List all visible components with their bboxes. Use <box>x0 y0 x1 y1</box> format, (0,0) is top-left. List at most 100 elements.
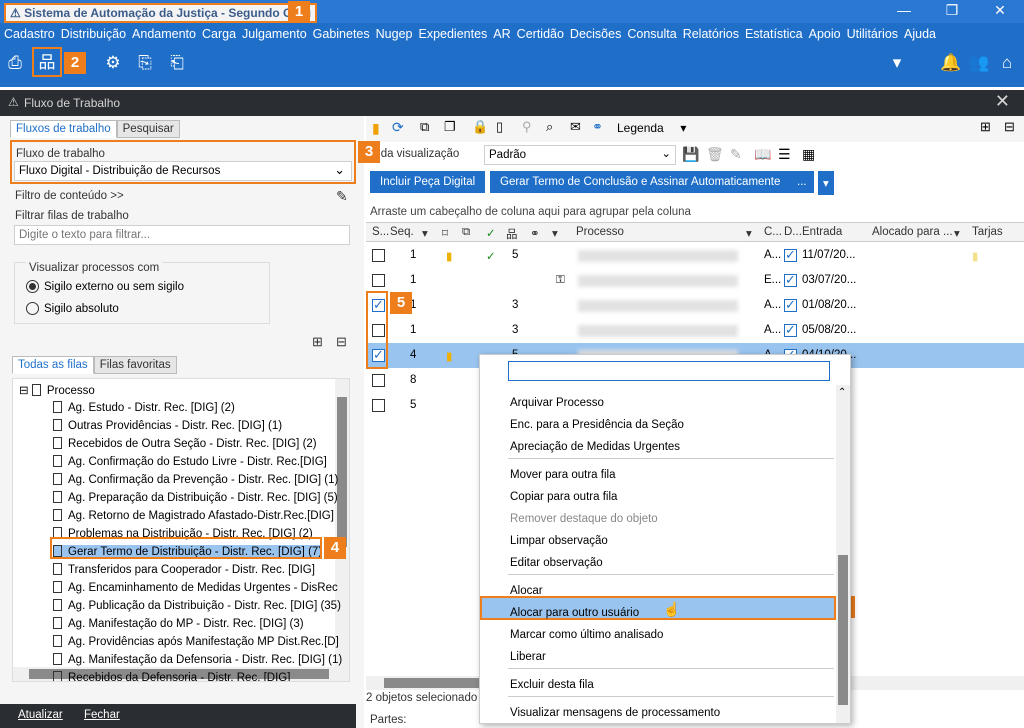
view-style-select[interactable]: Padrão ⌄ <box>484 145 676 165</box>
menu-item[interactable]: Expedientes <box>418 27 487 41</box>
generate-term-button[interactable]: Gerar Termo de Conclusão e Assinar Autom… <box>490 171 791 193</box>
col-d[interactable]: D... <box>784 226 802 238</box>
grid-expand-icon[interactable]: ⊞ <box>980 119 991 135</box>
col-seq-filter[interactable]: ▾ <box>422 226 428 240</box>
row-d-checkbox[interactable] <box>784 272 797 288</box>
context-menu-item[interactable]: Remover destaque do objeto <box>510 513 658 525</box>
tree-queue-item[interactable]: Ag. Estudo - Distr. Rec. [DIG] (2) <box>53 401 235 414</box>
context-menu-item[interactable]: Editar observação <box>510 557 603 569</box>
menu-item[interactable]: Relatórios <box>683 27 739 41</box>
bookmark-icon[interactable]: ▮ <box>372 120 380 137</box>
menu-item[interactable]: Consulta <box>627 27 676 41</box>
file-r-icon[interactable]: ⎗ <box>166 52 188 74</box>
col-bookmark-icon[interactable]: ⌑ <box>442 226 448 240</box>
tree-queue-item[interactable]: Outras Providências - Distr. Rec. [DIG] … <box>53 419 282 432</box>
row-d-checkbox[interactable] <box>784 297 797 313</box>
table-row[interactable]: 13A...01/08/20... <box>366 293 1024 318</box>
tree-queue-item[interactable]: Ag. Confirmação do Estudo Livre - Distr.… <box>53 455 327 468</box>
bell-icon[interactable]: 🔔 <box>940 52 962 74</box>
col-tarjas[interactable]: Tarjas <box>972 226 1003 238</box>
file-lock-icon[interactable]: ⎘ <box>134 52 156 74</box>
menu-item[interactable]: Gabinetes <box>313 27 370 41</box>
col-s[interactable]: S... <box>372 226 389 238</box>
col-filter-icon[interactable]: ▾ <box>552 226 558 240</box>
menu-item[interactable]: Utilitários <box>847 27 898 41</box>
menu-item[interactable]: Carga <box>202 27 236 41</box>
tree-queue-item[interactable]: Recebidos de Outra Seção - Distr. Rec. [… <box>53 437 317 450</box>
scroll-up-icon[interactable]: ⌃ <box>838 387 846 398</box>
tree-queue-item[interactable]: Ag. Encaminhamento de Medidas Urgentes -… <box>53 581 338 594</box>
row-d-checkbox[interactable] <box>784 247 797 263</box>
context-menu-item[interactable]: Copiar para outra fila <box>510 491 617 503</box>
context-menu-item[interactable]: Marcar como último analisado <box>510 629 663 641</box>
queue-filter-input[interactable] <box>14 225 350 245</box>
window-icon[interactable]: ❐ <box>444 119 456 135</box>
book-icon[interactable]: 📖 <box>754 146 771 163</box>
menu-item[interactable]: Distribuição <box>61 27 126 41</box>
context-menu-item[interactable]: Mover para outra fila <box>510 469 615 481</box>
scroll-thumb[interactable] <box>384 678 484 688</box>
col-copy-icon[interactable]: ⧉ <box>462 226 470 239</box>
row-checkbox[interactable] <box>372 249 385 262</box>
context-search-input[interactable] <box>508 361 830 381</box>
menu-item[interactable]: Cadastro <box>4 27 55 41</box>
col-check-icon[interactable]: ✓ <box>486 226 496 240</box>
menu-item[interactable]: Julgamento <box>242 27 307 41</box>
col-seq[interactable]: Seq. <box>390 226 414 238</box>
tree-queue-item[interactable]: Ag. Preparação da Distribuição - Distr. … <box>53 491 338 504</box>
context-menu-item[interactable]: Arquivar Processo <box>510 397 604 409</box>
page-icon[interactable]: ▯ <box>496 119 503 135</box>
col-c[interactable]: C... <box>764 226 782 238</box>
close-panel-button[interactable]: Fechar <box>84 709 120 721</box>
table-icon[interactable]: ▦ <box>802 146 815 163</box>
context-menu-item[interactable]: Limpar observação <box>510 535 608 547</box>
context-menu-item[interactable]: Visualizar mensagens de processamento <box>510 707 720 719</box>
menu-item[interactable]: Decisões <box>570 27 621 41</box>
tree-expand-icon[interactable]: ⊞ <box>312 334 323 350</box>
tree-collapse-icon[interactable]: ⊟ <box>336 334 347 350</box>
legend-dropdown[interactable]: Legenda ▾ <box>617 121 686 135</box>
row-checkbox[interactable] <box>372 274 385 287</box>
table-row[interactable]: 1 E... 03/07/20... ⚿ <box>366 268 1024 293</box>
row-d-checkbox[interactable] <box>784 322 797 338</box>
table-row[interactable]: 1 3 A... 05/08/20... <box>366 318 1024 343</box>
user-icon[interactable]: ⚲ <box>522 119 532 135</box>
tree-queue-item[interactable]: Ag. Publicação da Distribuição - Distr. … <box>53 599 341 612</box>
include-digital-button[interactable]: Incluir Peça Digital <box>370 171 486 193</box>
scroll-thumb[interactable] <box>337 397 347 547</box>
tab-todas-filas[interactable]: Todas as filas <box>12 356 94 374</box>
home-icon[interactable]: ⌂ <box>996 52 1018 74</box>
dropdown-arrow-icon[interactable]: ▾ <box>886 52 908 74</box>
row-checkbox[interactable] <box>372 374 385 387</box>
content-filter-link[interactable]: Filtro de conteúdo >> <box>15 190 124 202</box>
menu-item[interactable]: Ajuda <box>904 27 936 41</box>
save-icon[interactable]: 💾 <box>682 146 699 163</box>
col-alocado-filter[interactable]: ▾ <box>954 226 960 240</box>
col-processo[interactable]: Processo <box>576 226 624 238</box>
menu-item[interactable]: Certidão <box>517 27 564 41</box>
radio-sigilo-externo[interactable]: Sigilo externo ou sem sigilo <box>26 280 184 293</box>
zoom-icon[interactable]: ⚭ <box>592 119 603 135</box>
menu-item[interactable]: Andamento <box>132 27 196 41</box>
context-menu-item[interactable]: Apreciação de Medidas Urgentes <box>510 441 680 453</box>
tree-queue-item[interactable]: Transferidos para Cooperador - Distr. Re… <box>53 563 315 576</box>
menu-item[interactable]: AR <box>493 27 510 41</box>
context-menu-item[interactable]: Liberar <box>510 651 546 663</box>
tree-queue-item[interactable]: Ag. Providências após Manifestação MP Di… <box>53 635 339 648</box>
trash-icon[interactable]: 🗑 <box>706 146 724 163</box>
copy-icon[interactable]: ⧉ <box>420 119 429 135</box>
minimize-button[interactable]: — <box>880 0 928 23</box>
refresh-icon[interactable]: ⟳ <box>392 119 404 136</box>
tree-queue-item[interactable]: Ag. Confirmação da Prevenção - Distr. Re… <box>53 473 338 486</box>
grid-collapse-icon[interactable]: ⊟ <box>1004 119 1015 135</box>
context-menu-item[interactable]: Excluir desta fila <box>510 679 594 691</box>
tree-queue-item[interactable]: Ag. Manifestação do MP - Distr. Rec. [DI… <box>53 617 304 630</box>
menu-item[interactable]: Estatística <box>745 27 803 41</box>
tree-queue-item[interactable]: Ag. Retorno de Magistrado Afastado-Distr… <box>53 509 334 522</box>
tree-queue-item[interactable]: Ag. Manifestação da Defensoria - Distr. … <box>53 653 342 666</box>
col-entrada[interactable]: Entrada <box>802 226 842 238</box>
context-menu-item[interactable]: Alocar para outro usuário <box>510 607 639 619</box>
list-icon[interactable]: ☰ <box>778 146 791 163</box>
tree-queue-item[interactable]: Recebidos da Defensoria - Distr. Rec. [D… <box>53 671 290 681</box>
panel-close-button[interactable]: ✕ <box>995 91 1010 112</box>
